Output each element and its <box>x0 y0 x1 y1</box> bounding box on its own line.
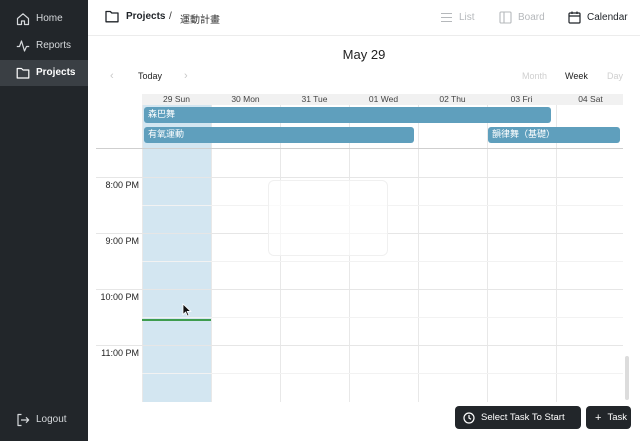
day-divider <box>418 105 419 402</box>
day-header-tue[interactable]: 31 Tue <box>280 94 349 105</box>
half-hour-line <box>142 317 623 318</box>
day-divider <box>211 105 212 402</box>
mode-day-button[interactable]: Day <box>607 71 623 81</box>
view-list-label: List <box>459 11 475 23</box>
mode-month-button[interactable]: Month <box>522 71 547 81</box>
day-header-mon[interactable]: 30 Mon <box>211 94 280 105</box>
sidebar-item-projects[interactable]: Projects <box>0 60 88 86</box>
day-header-fri[interactable]: 03 Fri <box>487 94 556 105</box>
prev-week-button[interactable]: ‹ <box>110 70 114 82</box>
sidebar-item-home[interactable]: Home <box>0 6 88 32</box>
add-task-button[interactable]: + Task <box>586 406 631 429</box>
time-label: 8:00 PM <box>105 180 139 190</box>
mouse-cursor-icon <box>182 303 192 317</box>
breadcrumb-separator: / <box>169 11 172 22</box>
next-week-button[interactable]: › <box>184 70 188 82</box>
day-divider <box>487 105 488 402</box>
day-divider <box>556 105 557 402</box>
all-day-divider <box>96 148 623 149</box>
home-icon <box>16 13 30 26</box>
calendar-title: May 29 <box>342 47 386 62</box>
top-bar: Projects / 運動計畫 List Board Calendar <box>88 0 640 36</box>
view-list-button[interactable]: List <box>440 10 475 24</box>
folder-icon <box>16 67 30 79</box>
hour-line <box>96 289 623 290</box>
view-calendar-label: Calendar <box>587 11 628 23</box>
drag-preview <box>268 180 388 256</box>
logout-button[interactable]: Logout <box>0 407 88 433</box>
clock-icon <box>463 411 475 424</box>
add-task-label: Task <box>607 412 627 423</box>
select-task-label: Select Task To Start <box>481 412 565 423</box>
plus-icon: + <box>595 411 602 424</box>
view-calendar-button[interactable]: Calendar <box>568 10 628 24</box>
view-board-button[interactable]: Board <box>499 10 545 24</box>
day-divider <box>142 105 143 402</box>
list-icon <box>441 12 452 22</box>
today-column <box>142 105 211 402</box>
half-hour-line <box>142 261 623 262</box>
event-samba[interactable]: 森巴舞 <box>144 107 551 123</box>
sidebar-item-label: Projects <box>36 67 76 78</box>
logout-label: Logout <box>36 414 67 425</box>
view-board-label: Board <box>518 11 545 23</box>
time-label: 10:00 PM <box>100 292 139 302</box>
select-task-button[interactable]: Select Task To Start <box>455 406 581 429</box>
time-label: 9:00 PM <box>105 236 139 246</box>
hour-line <box>96 345 623 346</box>
mode-week-button[interactable]: Week <box>565 71 588 81</box>
hour-line <box>96 177 623 178</box>
half-hour-line <box>142 373 623 374</box>
folder-icon <box>105 10 119 23</box>
breadcrumb-root[interactable]: Projects <box>126 11 165 22</box>
logout-icon <box>17 413 30 427</box>
day-header-sun[interactable]: 29 Sun <box>142 94 211 105</box>
pulse-icon <box>16 40 30 52</box>
breadcrumb-current: 運動計畫 <box>180 15 220 26</box>
today-button[interactable]: Today <box>138 71 162 81</box>
sidebar: Home Reports Projects Logout <box>0 0 88 441</box>
scrollbar[interactable] <box>625 356 629 400</box>
event-rhythm-dance[interactable]: 韻律舞（基礎） <box>488 127 620 143</box>
sidebar-item-label: Home <box>36 13 63 24</box>
day-header-sat[interactable]: 04 Sat <box>556 94 625 105</box>
board-icon <box>499 10 512 24</box>
event-aerobics[interactable]: 有氧運動 <box>144 127 414 143</box>
sidebar-item-label: Reports <box>36 40 72 51</box>
current-time-indicator <box>142 319 211 321</box>
day-header-thu[interactable]: 02 Thu <box>418 94 487 105</box>
sidebar-item-reports[interactable]: Reports <box>0 33 88 59</box>
time-label: 11:00 PM <box>101 348 139 358</box>
calendar-icon <box>568 11 581 24</box>
day-header-wed[interactable]: 01 Wed <box>349 94 418 105</box>
